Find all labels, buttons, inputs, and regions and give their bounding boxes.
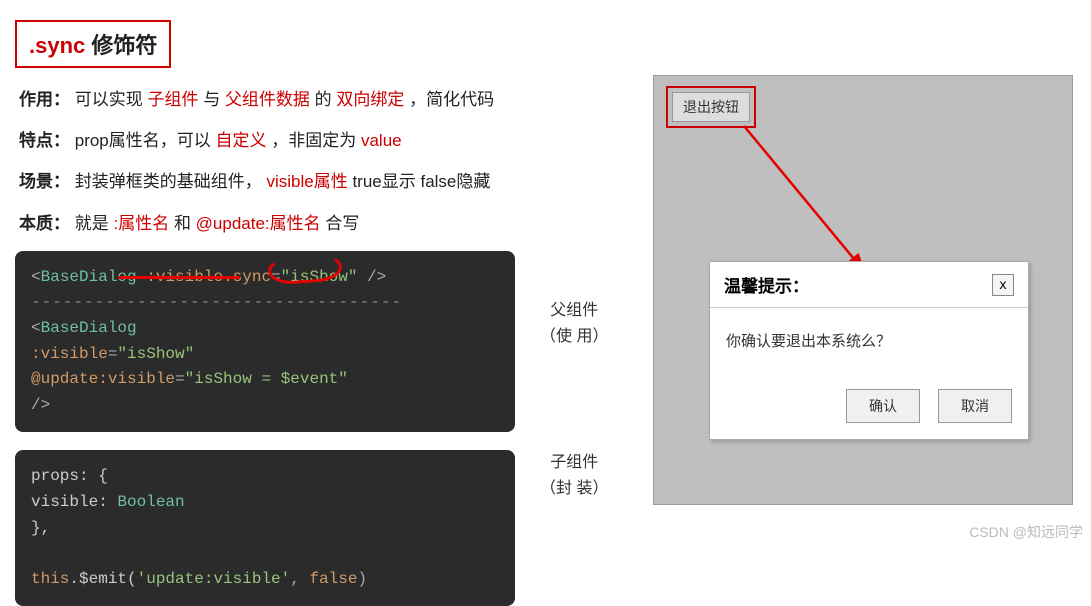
tok: "isShow = $event" (185, 370, 348, 388)
tok: }, (31, 519, 50, 537)
code-line: @update:visible="isShow = $event" (31, 367, 499, 393)
desc-label: 本质： (19, 214, 70, 233)
close-button[interactable]: x (992, 274, 1014, 296)
watermark: CSDN @知远同学 (969, 522, 1083, 542)
dialog-footer: 确认 取消 (710, 379, 1028, 439)
code-line (31, 541, 499, 567)
code-block-child: props: { visible: Boolean }, this.$emit(… (15, 450, 515, 606)
tok: visible: (31, 493, 117, 511)
code-line: <BaseDialog :visible.sync="isShow" /> (31, 265, 499, 291)
annotation-line: （封 装） (540, 476, 608, 502)
code-line: this.$emit('update:visible', false) (31, 567, 499, 593)
highlight: value (361, 131, 402, 150)
text: ，非固定为 (271, 131, 361, 150)
text: 就是 (75, 214, 114, 233)
tok: /> (357, 268, 386, 286)
code-block-parent: <BaseDialog :visible.sync="isShow" /> --… (15, 251, 515, 433)
page-title-box: .sync 修饰符 (15, 20, 171, 68)
annotation-line: 子组件 (540, 450, 608, 476)
code-separator: ----------------------------------- (31, 290, 499, 316)
tok: /> (31, 396, 50, 414)
text: 可以实现 (75, 90, 148, 109)
annotation-parent: 父组件 （使 用） (540, 298, 608, 349)
tok: props: { (31, 467, 108, 485)
text: 的 (315, 90, 337, 109)
dialog-body: 你确认要退出本系统么？ (710, 308, 1028, 379)
demo-panel: 退出按钮 温馨提示： x 你确认要退出本系统么？ 确认 取消 (653, 75, 1073, 505)
dialog-title: 温馨提示： (724, 272, 809, 297)
tok: @update:visible (31, 370, 175, 388)
confirm-button[interactable]: 确认 (846, 389, 920, 423)
code-line: <BaseDialog (31, 316, 499, 342)
logout-button-highlight: 退出按钮 (666, 86, 756, 128)
text: 封装弹框类的基础组件， (75, 172, 267, 191)
highlight: @update:属性名 (196, 214, 321, 233)
tok: "isShow" (117, 345, 194, 363)
desc-label: 特点： (19, 131, 70, 150)
tok: BaseDialog (41, 319, 137, 337)
text: true显示 false隐藏 (352, 172, 490, 191)
text: prop属性名，可以 (75, 131, 211, 150)
text: 和 (174, 214, 196, 233)
code-line: props: { (31, 464, 499, 490)
cancel-button[interactable]: 取消 (938, 389, 1012, 423)
desc-label: 作用： (19, 90, 70, 109)
code-line: :visible="isShow" (31, 342, 499, 368)
text: 与 (203, 90, 225, 109)
code-line: visible: Boolean (31, 490, 499, 516)
annotation-underline-icon (118, 276, 240, 279)
tok: 'update:visible' (137, 570, 291, 588)
logout-button[interactable]: 退出按钮 (672, 92, 750, 122)
tok: :visible (31, 345, 108, 363)
tok: ) (357, 570, 367, 588)
tok: < (31, 268, 41, 286)
dialog: 温馨提示： x 你确认要退出本系统么？ 确认 取消 (709, 261, 1029, 440)
annotation-line: （使 用） (540, 324, 608, 350)
title-prefix: .sync (29, 33, 85, 58)
title-suffix: 修饰符 (85, 33, 157, 58)
tok: = (175, 370, 185, 388)
tok: , (290, 570, 309, 588)
code-line: }, (31, 516, 499, 542)
dialog-header: 温馨提示： x (710, 262, 1028, 308)
desc-label: 场景： (19, 172, 70, 191)
tok: = (108, 345, 118, 363)
highlight: visible属性 (266, 172, 347, 191)
highlight: 自定义 (216, 131, 267, 150)
tok: .$emit( (69, 570, 136, 588)
tok: Boolean (117, 493, 184, 511)
highlight: :属性名 (113, 214, 169, 233)
highlight: 父组件数据 (225, 90, 310, 109)
tok: false (309, 570, 357, 588)
tok: < (31, 319, 41, 337)
code-line: /> (31, 393, 499, 419)
annotation-child: 子组件 （封 装） (540, 450, 608, 501)
highlight: 子组件 (147, 90, 198, 109)
annotation-line: 父组件 (540, 298, 608, 324)
highlight: 双向绑定 (336, 90, 404, 109)
text: ，简化代码 (409, 90, 494, 109)
text: 合写 (325, 214, 359, 233)
tok: this (31, 570, 69, 588)
